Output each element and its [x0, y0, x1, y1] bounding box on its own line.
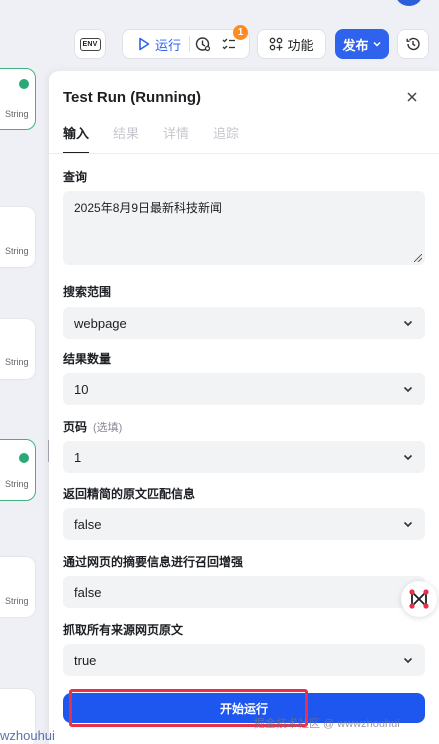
result-count-select[interactable]: 10 [63, 373, 425, 405]
concise-match-label: 返回精简的原文匹配信息 [63, 487, 196, 501]
avatar[interactable] [396, 0, 422, 6]
chevron-down-icon [403, 657, 413, 664]
query-textarea[interactable]: 2025年8月9日最新科技新闻 [63, 191, 425, 265]
play-icon [139, 37, 150, 51]
assistant-float-button[interactable] [401, 581, 437, 617]
node-output-type: String [5, 596, 29, 606]
run-button-group: 运行 1 [122, 25, 250, 59]
panel-tabs: 输入 结果 详情 追踪 [63, 123, 239, 154]
optional-hint: (选填) [93, 422, 123, 434]
fetch-full-text-value: true [74, 652, 97, 668]
chevron-down-icon [403, 386, 413, 393]
workflow-node[interactable]: String [0, 318, 36, 380]
success-check-icon [19, 453, 29, 463]
workflow-node[interactable]: String [0, 439, 36, 501]
page-value: 1 [74, 449, 82, 465]
publish-label: 发布 [342, 37, 369, 53]
search-scope-label: 搜索范围 [63, 285, 112, 299]
fetch-full-text-label: 抓取所有来源网页原文 [63, 623, 184, 637]
tab-details[interactable]: 详情 [163, 123, 189, 154]
page-label: 页码 (选填) [63, 418, 122, 435]
feature-grid-icon [270, 37, 283, 51]
concise-match-select[interactable]: false [63, 508, 425, 540]
env-icon: ENV [79, 37, 101, 51]
env-button[interactable]: ENV [74, 29, 106, 59]
result-count-value: 10 [74, 381, 89, 397]
summary-recall-select[interactable]: false [63, 576, 425, 608]
feature-button[interactable]: 功能 [257, 29, 326, 59]
chevron-down-icon [403, 454, 413, 461]
fetch-full-text-select[interactable]: true [63, 644, 425, 676]
watermark-text: wzhouhui [0, 728, 55, 743]
history-icon [406, 37, 420, 51]
checklist-icon [222, 38, 235, 50]
success-check-icon [19, 79, 29, 89]
notification-badge: 1 [233, 25, 248, 40]
summary-recall-label: 通过网页的摘要信息进行召回增强 [63, 555, 244, 569]
page-select[interactable]: 1 [63, 441, 425, 473]
toolbar-run-button[interactable]: 运行 [130, 35, 189, 54]
test-run-panel: Test Run (Running) 输入 结果 详情 追踪 查询 2025年8… [49, 71, 439, 744]
node-output-type: String [5, 479, 29, 489]
query-label: 查询 [63, 170, 88, 184]
close-icon [407, 92, 417, 102]
top-toolbar: ENV 运行 1 功能 发布 [0, 0, 439, 62]
node-output-type: String [5, 246, 29, 256]
tab-input[interactable]: 输入 [63, 123, 90, 154]
tab-trace[interactable]: 追踪 [213, 123, 239, 154]
search-scope-value: webpage [74, 315, 127, 331]
summary-recall-value: false [74, 584, 102, 600]
chevron-down-icon [403, 521, 413, 528]
run-label: 运行 [154, 37, 181, 53]
search-scope-select[interactable]: webpage [63, 307, 425, 339]
chevron-down-icon [372, 41, 381, 47]
publish-button[interactable]: 发布 [335, 29, 389, 59]
workflow-node[interactable]: String [0, 556, 36, 618]
node-output-type: String [5, 109, 29, 119]
workflow-node[interactable]: String [0, 206, 36, 268]
panel-title: Test Run (Running) [63, 89, 202, 106]
workflow-node[interactable]: String [0, 68, 36, 130]
divider [49, 153, 439, 154]
query-value: 2025年8月9日最新科技新闻 [74, 201, 223, 215]
close-button[interactable] [404, 89, 420, 105]
chevron-down-icon [403, 320, 413, 327]
resize-grip-icon[interactable] [414, 254, 422, 262]
feature-label: 功能 [287, 37, 314, 53]
watermark-text: 掘金技术社区 @ wwwzhouhui [254, 718, 400, 730]
tab-result[interactable]: 结果 [113, 123, 139, 154]
page-label-text: 页码 [63, 420, 88, 434]
concise-match-value: false [74, 516, 102, 532]
history-button[interactable] [397, 29, 429, 59]
debug-icon [195, 37, 211, 52]
node-output-type: String [5, 357, 29, 367]
result-count-label: 结果数量 [63, 352, 112, 366]
network-logo-icon [409, 589, 429, 609]
debug-button[interactable] [190, 36, 216, 52]
